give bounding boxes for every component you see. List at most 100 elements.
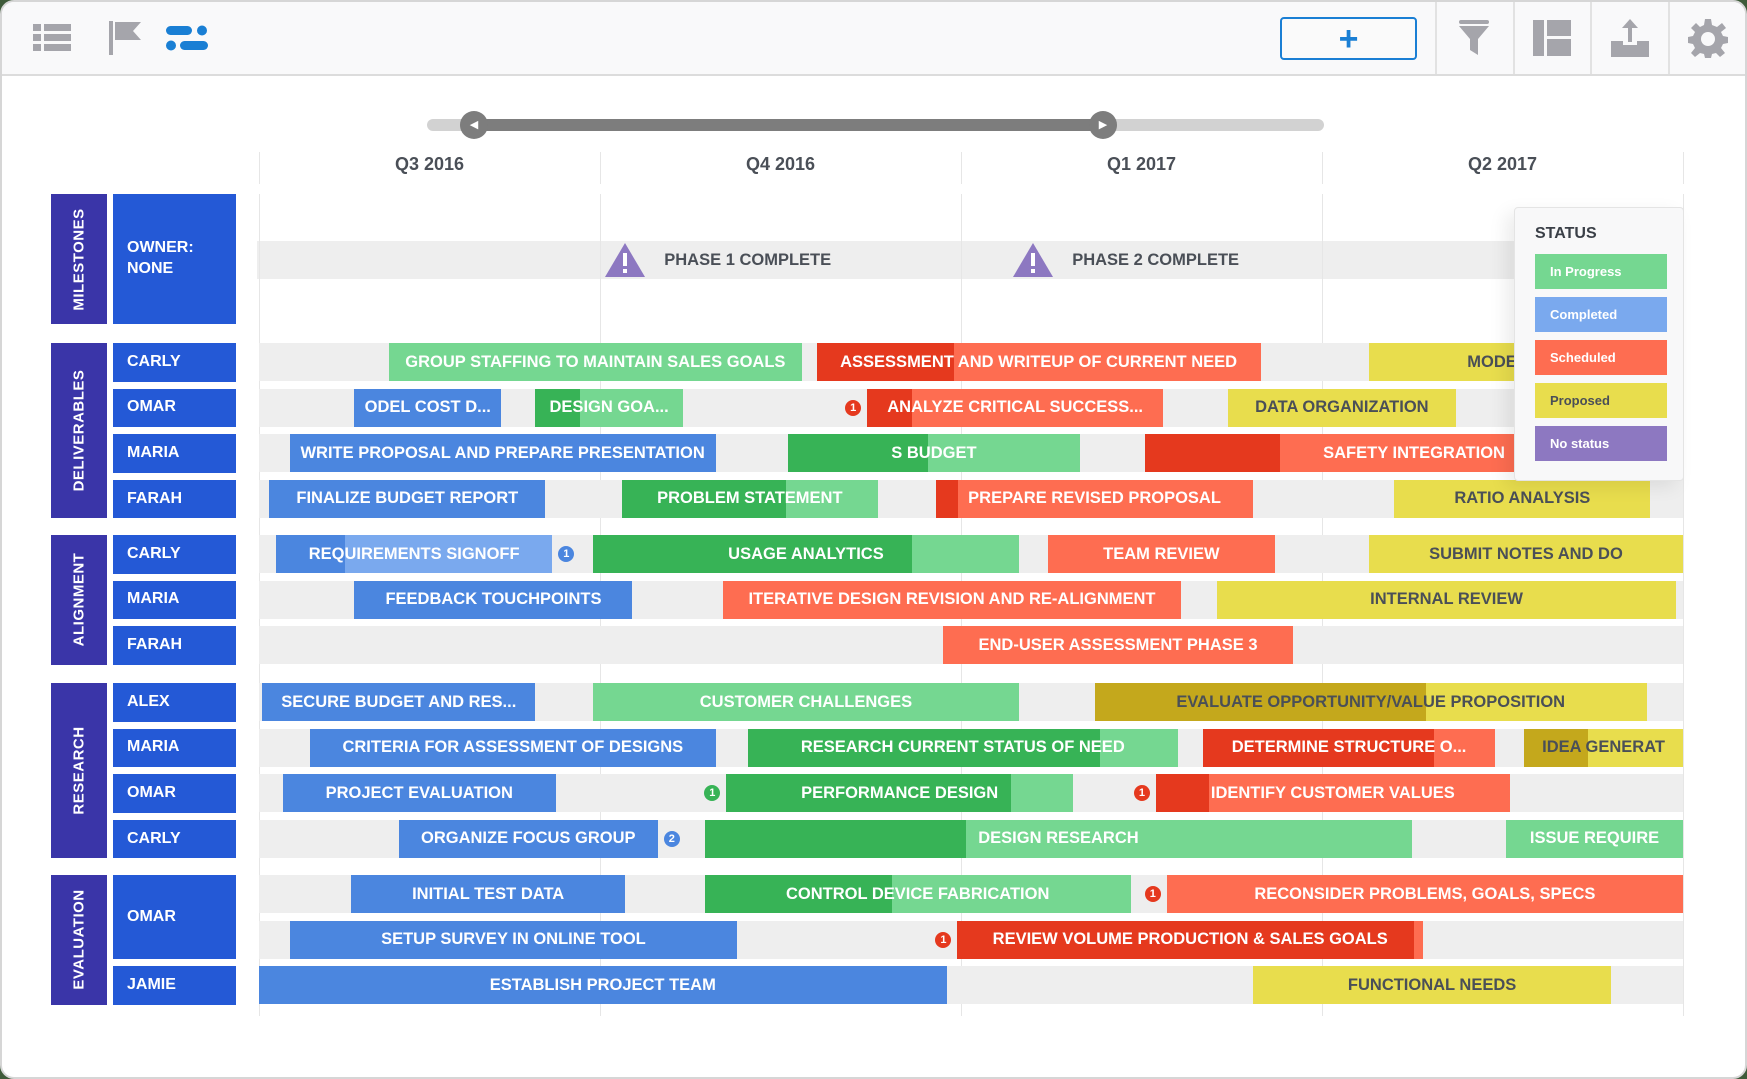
roadmap-bar[interactable]: ODEL COST D... xyxy=(354,388,502,427)
roadmap-bar[interactable]: ITERATIVE DESIGN REVISION AND RE-ALIGNME… xyxy=(722,580,1182,619)
roadmap-bar[interactable]: ESTABLISH PROJECT TEAM xyxy=(259,966,947,1005)
bar-label: SUBMIT NOTES AND DO xyxy=(1429,544,1623,563)
legend-item-scheduled[interactable]: Scheduled xyxy=(1535,340,1667,375)
bar-label: REVIEW VOLUME PRODUCTION & SALES GOALS xyxy=(992,930,1388,949)
add-item-button[interactable]: + xyxy=(1280,17,1417,60)
roadmap-bar[interactable]: SUBMIT NOTES AND DO xyxy=(1368,535,1683,573)
roadmap-bar[interactable]: WRITE PROPOSAL AND PREPARE PRESENTATION xyxy=(289,434,716,473)
legend-item-proposed[interactable]: Proposed xyxy=(1535,383,1667,418)
toolbar: + xyxy=(2,2,1745,76)
roadmap-bar[interactable]: ASSESSMENT AND WRITEUP OF CURRENT NEED xyxy=(816,343,1261,381)
legend-item-no-status[interactable]: No status xyxy=(1535,426,1667,461)
milestone-marker[interactable]: PHASE 1 COMPLETE xyxy=(604,242,831,278)
dependency-badge[interactable]: 2 xyxy=(663,830,680,847)
bar-label: S BUDGET xyxy=(891,443,977,462)
roadmap-bar[interactable]: IDEA GENERAT xyxy=(1524,728,1683,767)
warning-triangle-icon xyxy=(605,243,646,277)
owner-label: MARIA xyxy=(113,580,236,620)
progress-fill xyxy=(1145,434,1280,473)
bar-label: DETERMINE STRUCTURE O... xyxy=(1231,738,1467,757)
roadmap-bar[interactable]: ANALYZE CRITICAL SUCCESS... xyxy=(867,388,1164,427)
bar-label: FEEDBACK TOUCHPOINTS xyxy=(385,590,602,609)
roadmap-bar[interactable]: PROJECT EVALUATION xyxy=(282,774,556,813)
roadmap-bar[interactable]: TEAM REVIEW xyxy=(1047,535,1276,573)
export-icon[interactable] xyxy=(1608,16,1652,60)
roadmap-bar[interactable]: USAGE ANALYTICS xyxy=(593,535,1019,573)
roadmap-bar[interactable]: FUNCTIONAL NEEDS xyxy=(1253,966,1611,1005)
roadmap-bar[interactable]: ISSUE REQUIRE xyxy=(1506,819,1683,858)
divider xyxy=(1435,2,1437,74)
owner-label: CARLY xyxy=(113,819,236,859)
bar-label: ORGANIZE FOCUS GROUP xyxy=(421,829,636,848)
roadmap-bar[interactable]: RESEARCH CURRENT STATUS OF NEED xyxy=(748,728,1178,767)
divider xyxy=(1590,2,1592,74)
bar-label: RECONSIDER PROBLEMS, GOALS, SPECS xyxy=(1254,884,1596,903)
quarter-label: Q3 2016 xyxy=(394,154,465,174)
roadmap-bar[interactable]: REVIEW VOLUME PRODUCTION & SALES GOALS xyxy=(957,920,1424,959)
bar-label: IDEA GENERAT xyxy=(1542,738,1665,757)
roadmap-bar[interactable]: RECONSIDER PROBLEMS, GOALS, SPECS xyxy=(1166,875,1683,913)
roadmap-bar[interactable]: CRITERIA FOR ASSESSMENT OF DESIGNS xyxy=(310,728,716,767)
dependency-badge[interactable]: 1 xyxy=(935,931,952,948)
roadmap-bar[interactable]: PERFORMANCE DESIGN xyxy=(726,774,1073,813)
legend-item-completed[interactable]: Completed xyxy=(1535,297,1667,332)
bar-label: RESEARCH CURRENT STATUS OF NEED xyxy=(800,738,1125,757)
bar-label: PERFORMANCE DESIGN xyxy=(801,783,999,802)
roadmap-bar[interactable]: EVALUATE OPPORTUNITY/VALUE PROPOSITION xyxy=(1094,683,1647,721)
layout-icon[interactable] xyxy=(1530,16,1574,60)
legend-title: STATUS xyxy=(1535,225,1597,242)
bar-label: ISSUE REQUIRE xyxy=(1529,829,1660,848)
bar-label: ESTABLISH PROJECT TEAM xyxy=(489,975,716,994)
dependency-badge[interactable]: 1 xyxy=(845,399,862,416)
roadmap-bar[interactable]: END-USER ASSESSMENT PHASE 3 xyxy=(942,626,1294,665)
bar-label: FINALIZE BUDGET REPORT xyxy=(296,489,519,508)
status-legend: STATUS In Progress Completed Scheduled Prop… xyxy=(1514,207,1684,481)
roadmap-bar[interactable]: CONTROL DEVICE FABRICATION xyxy=(704,875,1131,913)
roadmap-bar[interactable]: DESIGN GOA... xyxy=(535,388,684,427)
roadmap-bar[interactable]: SECURE BUDGET AND RES... xyxy=(262,683,536,721)
quarter-label: Q4 2016 xyxy=(745,154,816,174)
group-name: ALIGNMENT xyxy=(70,553,88,647)
roadmap-bar[interactable]: PROBLEM STATEMENT xyxy=(621,479,878,518)
roadmap-bar[interactable]: DESIGN RESEARCH xyxy=(704,819,1413,858)
flag-icon[interactable] xyxy=(102,16,146,60)
owner-label: OMAR xyxy=(113,774,236,813)
list-view-icon[interactable] xyxy=(30,16,74,60)
range-start-handle[interactable]: ◀ xyxy=(460,111,488,139)
owner-label: MARIA xyxy=(113,434,236,473)
roadmap-bar[interactable]: FEEDBACK TOUCHPOINTS xyxy=(354,580,633,619)
divider xyxy=(1668,2,1670,74)
timeline-range-selection[interactable] xyxy=(473,119,1102,131)
group-label-milestones: MILESTONES xyxy=(51,194,107,324)
filter-icon[interactable] xyxy=(1452,16,1496,60)
settings-icon[interactable] xyxy=(1686,16,1730,60)
progress-fill xyxy=(935,479,958,518)
roadmap-bar[interactable]: S BUDGET xyxy=(787,434,1081,473)
range-end-handle[interactable]: ▶ xyxy=(1089,111,1117,139)
roadmap-bar[interactable]: SETUP SURVEY IN ONLINE TOOL xyxy=(289,920,738,959)
dependency-badge[interactable]: 1 xyxy=(1144,886,1161,902)
roadmap-bar[interactable]: DETERMINE STRUCTURE O... xyxy=(1202,728,1496,767)
roadmap-bar[interactable]: GROUP STAFFING TO MAINTAIN SALES GOALS xyxy=(388,343,803,381)
bar-label: END-USER ASSESSMENT PHASE 3 xyxy=(978,635,1258,654)
roadmap-bar[interactable]: IDENTIFY CUSTOMER VALUES xyxy=(1155,774,1510,813)
quarter-divider xyxy=(259,152,260,184)
legend-item-in-progress[interactable]: In Progress xyxy=(1535,254,1667,289)
roadmap-bar[interactable]: INTERNAL REVIEW xyxy=(1217,580,1676,619)
roadmap-bar[interactable]: DATA ORGANIZATION xyxy=(1228,388,1456,427)
roadmap-bar[interactable]: INITIAL TEST DATA xyxy=(351,875,626,913)
roadmap-bar[interactable]: CUSTOMER CHALLENGES xyxy=(593,683,1019,721)
roadmap-bar[interactable]: FINALIZE BUDGET REPORT xyxy=(269,479,546,518)
timeline-view-icon[interactable] xyxy=(165,16,209,60)
roadmap-bar[interactable]: ORGANIZE FOCUS GROUP xyxy=(398,819,658,858)
bar-label: WRITE PROPOSAL AND PREPARE PRESENTATION xyxy=(300,443,705,462)
quarter-divider xyxy=(1683,152,1684,184)
roadmap-bar[interactable]: PREPARE REVISED PROPOSAL xyxy=(935,479,1254,518)
divider xyxy=(1513,2,1515,74)
bar-label: EVALUATE OPPORTUNITY/VALUE PROPOSITION xyxy=(1176,692,1566,711)
chevron-left-icon: ◀ xyxy=(469,118,479,131)
owner-label: FARAH xyxy=(113,479,236,519)
milestone-marker[interactable]: PHASE 2 COMPLETE xyxy=(1012,242,1239,278)
roadmap-bar[interactable]: RATIO ANALYSIS xyxy=(1394,479,1651,518)
roadmap-bar[interactable]: REQUIREMENTS SIGNOFF xyxy=(276,535,553,573)
